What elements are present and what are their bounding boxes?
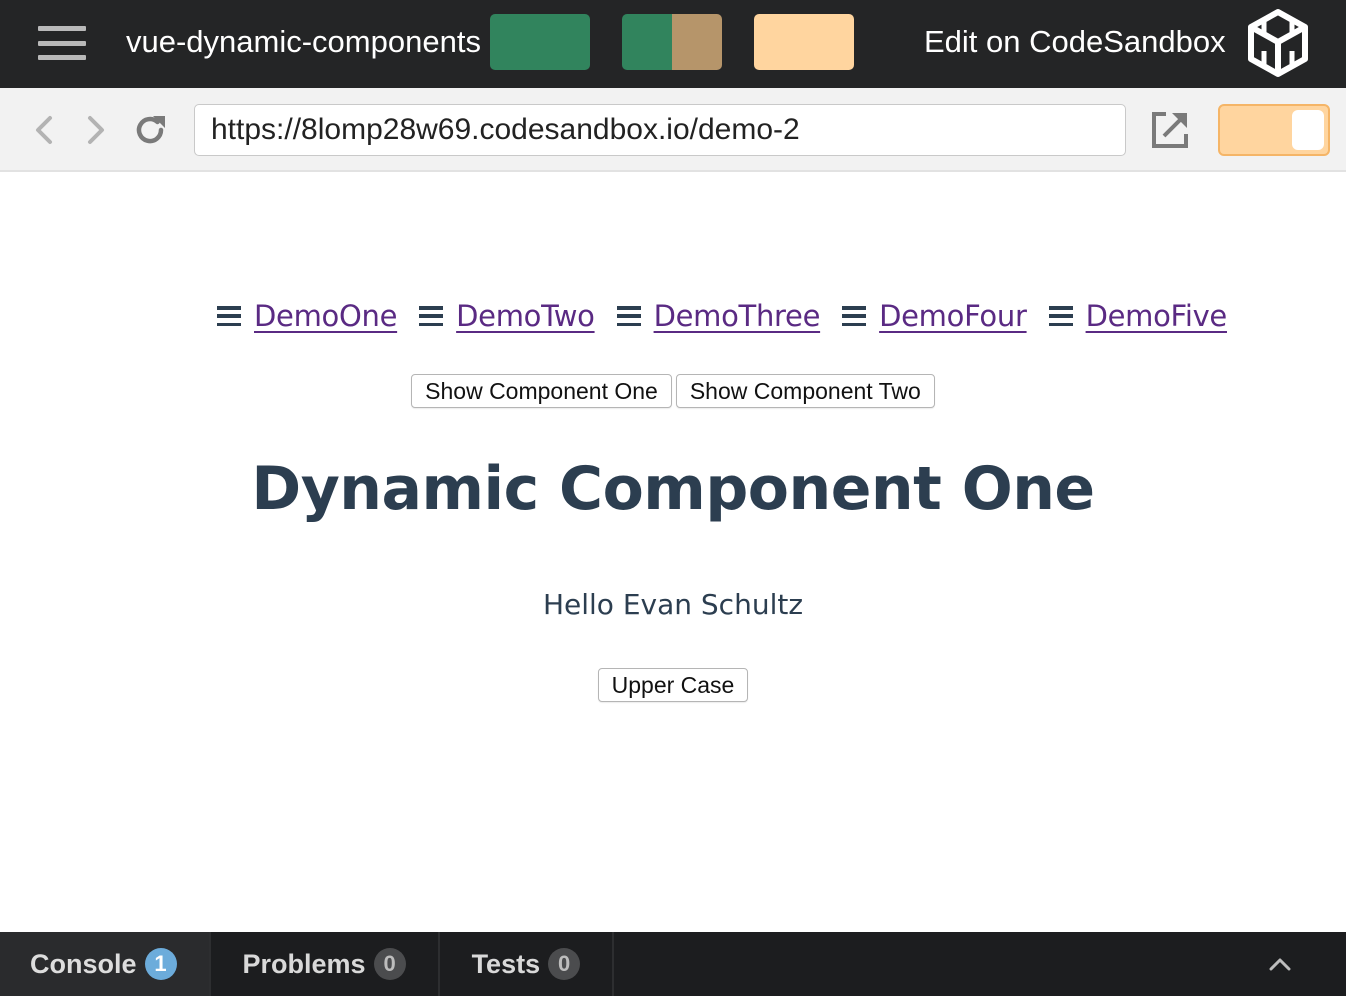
devtools-bar: Console 1 Problems 0 Tests 0 <box>0 932 1346 996</box>
component-toggle-buttons: Show Component One Show Component Two <box>0 374 1346 408</box>
demo-nav-item-two: DemoTwo <box>419 299 595 333</box>
demo-link-three[interactable]: DemoThree <box>654 299 821 333</box>
menu-icon[interactable] <box>38 26 86 60</box>
demo-link-four[interactable]: DemoFour <box>879 299 1027 333</box>
url-input[interactable] <box>194 104 1126 156</box>
component-heading: Dynamic Component One <box>251 454 1095 524</box>
tab-problems-label: Problems <box>242 948 366 979</box>
refresh-icon[interactable] <box>132 112 168 148</box>
color-swatch-green[interactable] <box>490 14 590 70</box>
edit-on-codesandbox-link[interactable]: Edit on CodeSandbox <box>924 20 1226 64</box>
show-component-two-button[interactable]: Show Component Two <box>675 374 935 408</box>
theme-toggle[interactable] <box>1218 104 1330 156</box>
open-external-icon[interactable] <box>1150 110 1190 150</box>
toggle-knob <box>1292 110 1324 150</box>
preview-pane: DemoOne DemoTwo DemoThree DemoFour DemoF… <box>0 174 1346 932</box>
show-component-one-button[interactable]: Show Component One <box>411 374 672 408</box>
top-header: vue-dynamic-components Edit on CodeSandb… <box>0 0 1346 88</box>
tab-tests-label: Tests <box>471 948 541 979</box>
browser-navbar <box>0 88 1346 172</box>
tab-console-label: Console <box>30 948 137 979</box>
tab-tests[interactable]: Tests 0 <box>440 932 615 996</box>
codesandbox-logo-icon[interactable] <box>1246 8 1310 78</box>
demo-nav-item-four: DemoFour <box>842 299 1027 333</box>
tab-problems[interactable]: Problems 0 <box>211 932 440 996</box>
back-arrow-icon[interactable] <box>28 112 64 148</box>
demo-nav-item-five: DemoFive <box>1048 299 1228 333</box>
list-icon <box>1048 306 1073 326</box>
demo-link-five[interactable]: DemoFive <box>1086 299 1228 333</box>
console-count-badge: 1 <box>144 948 177 980</box>
color-swatch-green-tan[interactable] <box>622 14 722 70</box>
tab-console[interactable]: Console 1 <box>0 932 211 996</box>
greeting-text: Hello Evan Schultz <box>542 588 804 621</box>
list-icon <box>217 306 241 326</box>
project-title: vue-dynamic-components <box>126 24 481 59</box>
tests-count-badge: 0 <box>548 948 581 980</box>
demo-link-two[interactable]: DemoTwo <box>456 299 595 333</box>
list-icon <box>616 306 641 326</box>
list-icon <box>419 306 444 326</box>
chevron-up-icon[interactable] <box>1266 950 1294 978</box>
upper-case-button[interactable]: Upper Case <box>597 668 749 702</box>
forward-arrow-icon[interactable] <box>78 112 114 148</box>
upper-case-row: Upper Case <box>0 668 1346 702</box>
color-swatch-peach[interactable] <box>754 14 854 70</box>
demo-nav: DemoOne DemoTwo DemoThree DemoFour DemoF… <box>0 292 1346 340</box>
list-icon <box>842 306 867 326</box>
demo-link-one[interactable]: DemoOne <box>254 299 397 333</box>
problems-count-badge: 0 <box>373 948 406 980</box>
demo-nav-item-three: DemoThree <box>616 299 821 333</box>
demo-nav-item-one: DemoOne <box>217 299 397 333</box>
